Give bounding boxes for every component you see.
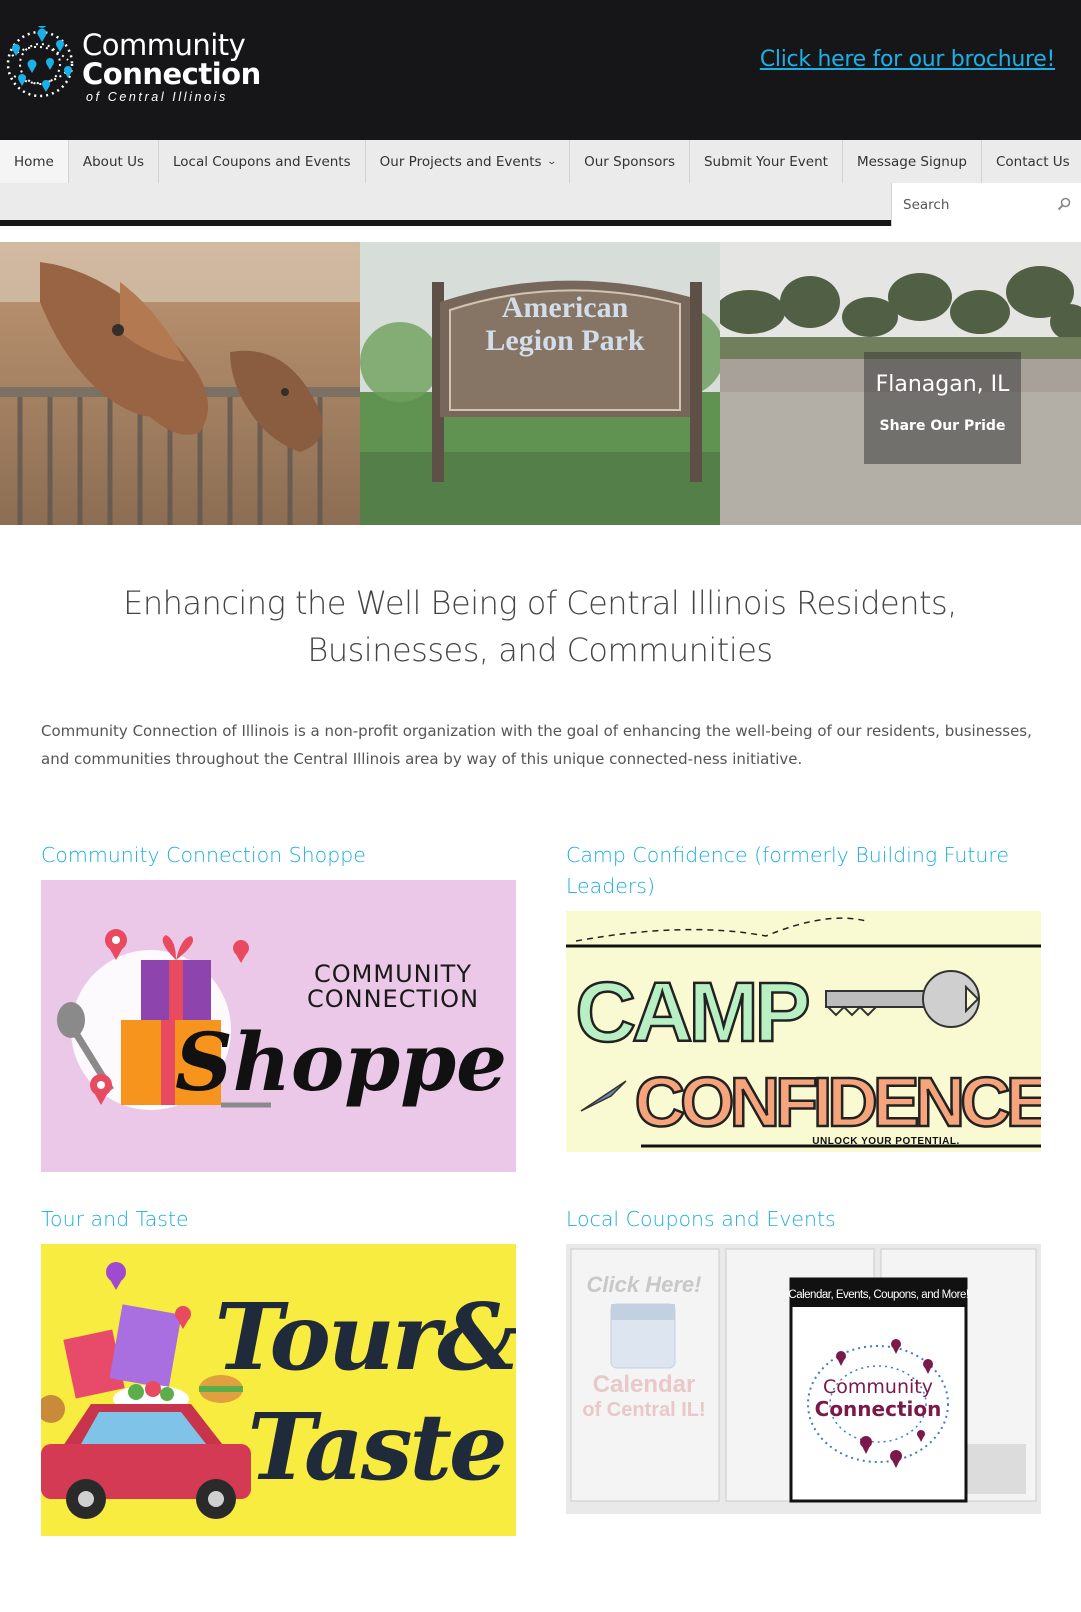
search-icon[interactable] (1057, 197, 1071, 211)
page-headline: Enhancing the Well Being of Central Illi… (123, 584, 957, 669)
shoppe-art-line-3: Shoppe (175, 1015, 507, 1109)
local-coupons-image[interactable]: Click Here! Calendar of Central IL! Cale… (566, 1244, 1041, 1514)
intro-paragraph: Community Connection of Illinois is a no… (41, 722, 1032, 768)
logo-line-2: Connection (82, 57, 261, 91)
chevron-down-icon: ⌄ (546, 156, 557, 167)
coupons-art-calendar: Calendar (593, 1371, 696, 1398)
card-title-shoppe[interactable]: Community Connection Shoppe (41, 840, 366, 871)
nav-item-our-projects-and-events[interactable]: Our Projects and Events ⌄ (365, 140, 571, 183)
camp-art-line-1: CAMP (575, 965, 808, 1059)
tour-art-line-1: Tour& (215, 1283, 516, 1391)
shoppe-image[interactable]: COMMUNITY CONNECTION Shoppe (41, 880, 516, 1172)
share-our-pride-link[interactable]: Share Our Pride (864, 418, 1021, 434)
nav-menu: Home About Us Local Coupons and Events O… (0, 140, 1081, 183)
nav-item-about-us[interactable]: About Us (68, 140, 159, 183)
shoppe-art-line-1: COMMUNITY (314, 960, 472, 988)
logo-line-3: of Central Illinois (86, 90, 228, 104)
nav-item-local-coupons-and-events[interactable]: Local Coupons and Events (159, 140, 366, 183)
nav-item-our-sponsors[interactable]: Our Sponsors (570, 140, 690, 183)
tour-and-taste-image[interactable]: Tour& Taste (41, 1244, 516, 1536)
slide-caption-title: Flanagan, IL (875, 372, 1010, 397)
tour-art-line-2: Taste (247, 1393, 504, 1501)
key-icon (825, 970, 980, 1028)
nav-item-submit-your-event[interactable]: Submit Your Event (689, 140, 843, 183)
search-input[interactable] (892, 183, 1052, 226)
slide-park-sign-image: American Legion Park (360, 242, 720, 525)
hero-slider[interactable]: American Legion Park Flanagan, IL Share … (0, 242, 1081, 525)
card-title-tour-and-taste[interactable]: Tour and Taste (41, 1204, 189, 1235)
coupons-art-click-here: Click Here! (587, 1272, 702, 1297)
card-title-camp-confidence[interactable]: Camp Confidence (formerly Building Futur… (566, 840, 1036, 902)
coupons-art-line-1: Community (823, 1376, 933, 1398)
coupons-art-line-2: Connection (815, 1397, 942, 1421)
nav-item-label: Our Projects and Events (379, 153, 542, 170)
nav-item-home[interactable]: Home (0, 140, 69, 183)
coupons-art-banner: Calendar, Events, Coupons, and More! (788, 1289, 968, 1301)
camp-art-line-3: UNLOCK YOUR POTENTIAL. (812, 1136, 959, 1147)
coupons-art-central-il: of Central IL! (582, 1399, 705, 1421)
camp-art-line-2: CONFIDENCE (635, 1063, 1041, 1141)
site-logo[interactable]: Community Connection of Central Illinois (2, 24, 262, 104)
nav-item-message-signup[interactable]: Message Signup (842, 140, 982, 183)
card-title-local-coupons-and-events[interactable]: Local Coupons and Events (566, 1204, 836, 1235)
shoppe-art-line-2: CONNECTION (307, 985, 479, 1013)
search-box (891, 183, 1081, 226)
site-header: Community Connection of Central Illinois… (0, 0, 1081, 140)
nav-item-contact-us[interactable]: Contact Us (981, 140, 1081, 183)
slide-caption: Flanagan, IL Share Our Pride (864, 352, 1021, 464)
main-navigation: Home About Us Local Coupons and Events O… (0, 140, 1081, 226)
connection-globe-icon (6, 26, 74, 98)
brochure-link[interactable]: Click here for our brochure! (760, 47, 1055, 72)
camp-confidence-image[interactable]: CAMP CONFIDENCE UNLOCK YOUR POTENTIAL. (566, 911, 1041, 1152)
slide-horses-image (0, 242, 360, 525)
